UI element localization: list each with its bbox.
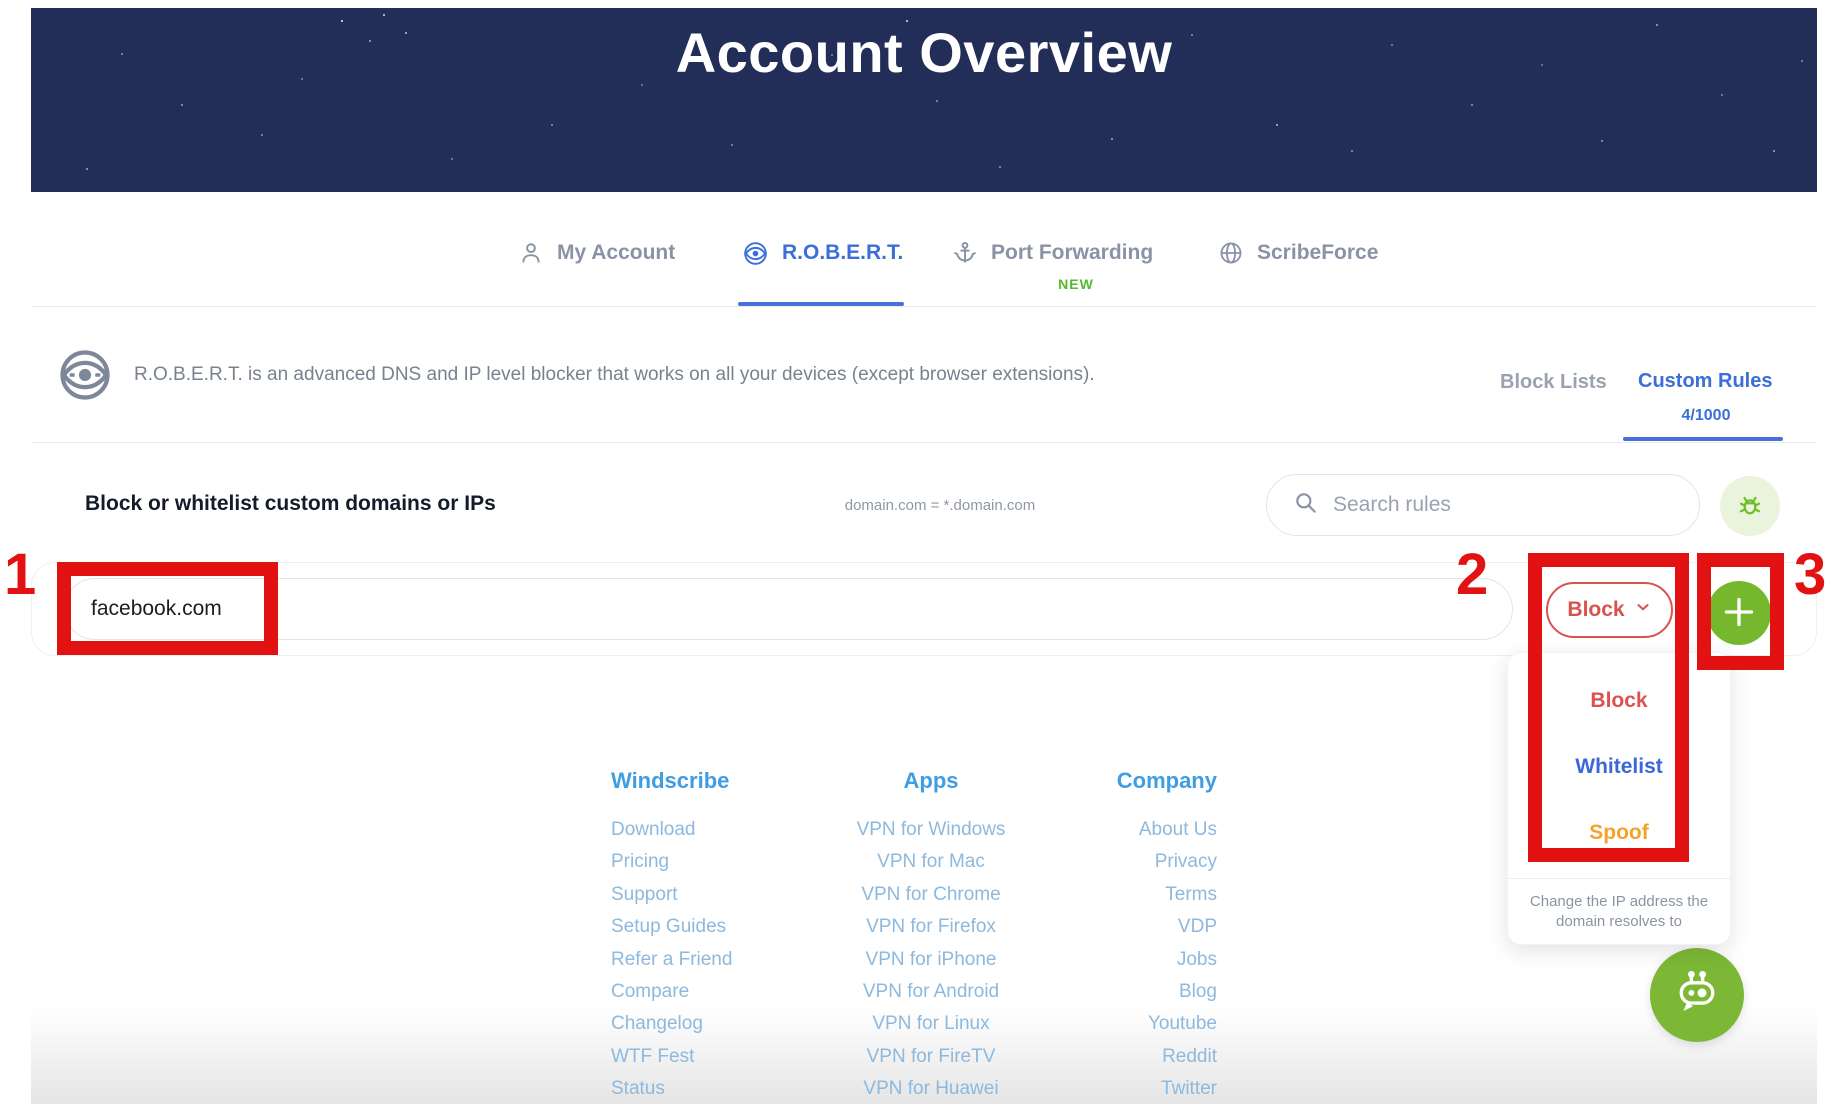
robert-divider bbox=[31, 442, 1817, 443]
eye-icon bbox=[742, 240, 769, 267]
bug-icon bbox=[1735, 490, 1765, 523]
footer-link[interactable]: Pricing bbox=[611, 846, 831, 878]
custom-rules-count: 4/1000 bbox=[1656, 407, 1756, 425]
tab-port-forwarding[interactable]: Port Forwarding bbox=[952, 228, 1153, 278]
footer-column-windscribe: Windscribe Download Pricing Support Setu… bbox=[611, 768, 831, 1104]
view-custom-rules[interactable]: Custom Rules bbox=[1638, 370, 1772, 393]
tab-my-account[interactable]: My Account bbox=[518, 228, 675, 278]
footer-link[interactable]: Support bbox=[611, 879, 831, 911]
anchor-icon bbox=[952, 240, 978, 266]
tab-label: Port Forwarding bbox=[991, 241, 1153, 265]
dropdown-divider bbox=[1508, 878, 1730, 879]
annotation-number-3: 3 bbox=[1794, 546, 1826, 604]
footer-link[interactable]: Compare bbox=[611, 976, 831, 1008]
footer-link[interactable]: Changelog bbox=[611, 1008, 831, 1040]
view-block-lists[interactable]: Block Lists bbox=[1500, 371, 1607, 394]
tab-label: R.O.B.E.R.T. bbox=[782, 241, 903, 265]
footer-link[interactable]: VDP bbox=[1000, 911, 1217, 943]
tab-scribeforce[interactable]: ScribeForce bbox=[1218, 228, 1378, 278]
footer-link[interactable]: Terms bbox=[1000, 879, 1217, 911]
page-title: Account Overview bbox=[31, 20, 1817, 85]
footer-link[interactable]: Blog bbox=[1000, 976, 1217, 1008]
debug-button[interactable] bbox=[1720, 476, 1780, 536]
search-rules-field[interactable] bbox=[1266, 474, 1700, 536]
starfield-decoration bbox=[31, 8, 33, 10]
custom-rules-underline bbox=[1623, 437, 1783, 441]
search-rules-input[interactable] bbox=[1331, 492, 1635, 518]
footer-link[interactable]: WTF Fest bbox=[611, 1041, 831, 1073]
rules-heading: Block or whitelist custom domains or IPs bbox=[85, 492, 496, 516]
footer-link[interactable]: Download bbox=[611, 814, 831, 846]
tab-label: My Account bbox=[557, 241, 675, 265]
footer-column-company: Company About Us Privacy Terms VDP Jobs … bbox=[1000, 768, 1217, 1104]
footer-link[interactable]: Youtube bbox=[1000, 1008, 1217, 1040]
support-chat-button[interactable] bbox=[1650, 948, 1744, 1042]
search-icon bbox=[1293, 490, 1319, 521]
robert-eye-icon bbox=[58, 348, 112, 407]
hero-banner: Account Overview bbox=[31, 8, 1817, 192]
footer-link[interactable]: About Us bbox=[1000, 814, 1217, 846]
footer-link[interactable]: Twitter bbox=[1000, 1073, 1217, 1104]
footer-column-title: Windscribe bbox=[611, 768, 831, 794]
annotation-box-1 bbox=[57, 562, 278, 655]
footer-link[interactable]: Status bbox=[611, 1073, 831, 1104]
spoof-caption: Change the IP address the domain resolve… bbox=[1524, 892, 1714, 932]
globe-icon bbox=[1218, 240, 1244, 266]
annotation-number-1: 1 bbox=[4, 546, 36, 604]
tabbar-divider bbox=[31, 306, 1817, 307]
footer-link[interactable]: Jobs bbox=[1000, 944, 1217, 976]
footer-link[interactable]: Refer a Friend bbox=[611, 944, 831, 976]
footer-link[interactable]: Setup Guides bbox=[611, 911, 831, 943]
footer-link[interactable]: Privacy bbox=[1000, 846, 1217, 878]
robot-icon bbox=[1670, 967, 1724, 1024]
footer-link[interactable]: Reddit bbox=[1000, 1041, 1217, 1073]
rules-hint: domain.com = *.domain.com bbox=[820, 497, 1060, 514]
new-badge: NEW bbox=[1046, 276, 1106, 292]
annotation-number-2: 2 bbox=[1456, 546, 1488, 604]
annotation-box-2 bbox=[1528, 553, 1689, 862]
account-overview-page: Account Overview My Account R.O.B.E.R.T. bbox=[0, 0, 1848, 1104]
tab-robert[interactable]: R.O.B.E.R.T. bbox=[742, 228, 903, 278]
footer-column-title: Company bbox=[1000, 768, 1217, 794]
robert-description: R.O.B.E.R.T. is an advanced DNS and IP l… bbox=[134, 364, 1095, 386]
annotation-box-3 bbox=[1697, 553, 1784, 670]
domain-input[interactable] bbox=[64, 578, 1513, 640]
tab-label: ScribeForce bbox=[1257, 241, 1378, 265]
person-icon bbox=[518, 240, 544, 266]
